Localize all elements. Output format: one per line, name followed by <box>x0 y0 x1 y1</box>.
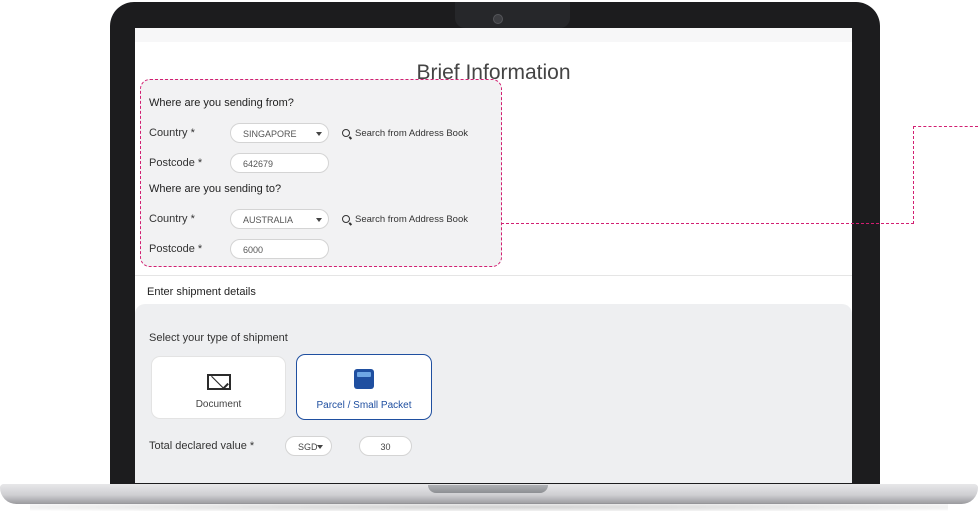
webcam-icon <box>493 14 503 24</box>
destination-postcode-label: Postcode * <box>149 243 203 255</box>
declared-value-input[interactable]: 30 <box>359 436 412 456</box>
destination-heading: Where are you sending to? <box>149 183 282 195</box>
laptop-camera-housing <box>455 2 570 28</box>
section-divider <box>135 275 852 276</box>
laptop-hinge-notch <box>428 485 548 493</box>
origin-country-select[interactable]: SINGAPORE <box>230 123 329 143</box>
origin-country-value: SINGAPORE <box>243 129 297 139</box>
destination-search-label: Search from Address Book <box>355 214 468 225</box>
currency-select[interactable]: SGD <box>285 436 332 456</box>
shipment-type-label: Parcel / Small Packet <box>316 400 412 411</box>
laptop-screen: Brief Information Where are you sending … <box>135 28 852 483</box>
origin-search-label: Search from Address Book <box>355 128 468 139</box>
chevron-down-icon <box>317 445 323 449</box>
currency-value: SGD <box>298 442 318 452</box>
search-icon <box>342 129 350 138</box>
laptop-shadow <box>30 503 948 511</box>
envelope-icon <box>207 374 231 390</box>
origin-postcode-input[interactable]: 642679 <box>230 153 329 173</box>
shipment-type-parcel[interactable]: Parcel / Small Packet <box>296 354 432 420</box>
origin-postcode-value: 642679 <box>243 159 274 169</box>
browser-top-strip <box>135 28 852 42</box>
destination-country-label: Country * <box>149 213 195 225</box>
destination-address-book-link[interactable]: Search from Address Book <box>342 214 468 225</box>
destination-country-value: AUSTRALIA <box>243 215 294 225</box>
callout-connector-vertical <box>913 126 914 224</box>
parcel-box-icon <box>354 369 374 389</box>
shipment-type-document[interactable]: Document <box>151 356 286 419</box>
origin-postcode-label: Postcode * <box>149 157 203 169</box>
origin-heading: Where are you sending from? <box>149 97 294 109</box>
declared-value: 30 <box>380 442 391 452</box>
shipment-type-prompt: Select your type of shipment <box>149 332 288 344</box>
origin-address-book-link[interactable]: Search from Address Book <box>342 128 468 139</box>
destination-country-select[interactable]: AUSTRALIA <box>230 209 329 229</box>
destination-postcode-input[interactable]: 6000 <box>230 239 329 259</box>
origin-country-label: Country * <box>149 127 195 139</box>
destination-postcode-value: 6000 <box>243 245 264 255</box>
callout-connector-line <box>501 223 914 224</box>
search-icon <box>342 215 350 224</box>
callout-connector-top <box>913 126 978 127</box>
shipment-type-label: Document <box>195 399 242 410</box>
declared-value-label: Total declared value * <box>149 440 255 452</box>
shipment-section-title: Enter shipment details <box>147 286 256 298</box>
